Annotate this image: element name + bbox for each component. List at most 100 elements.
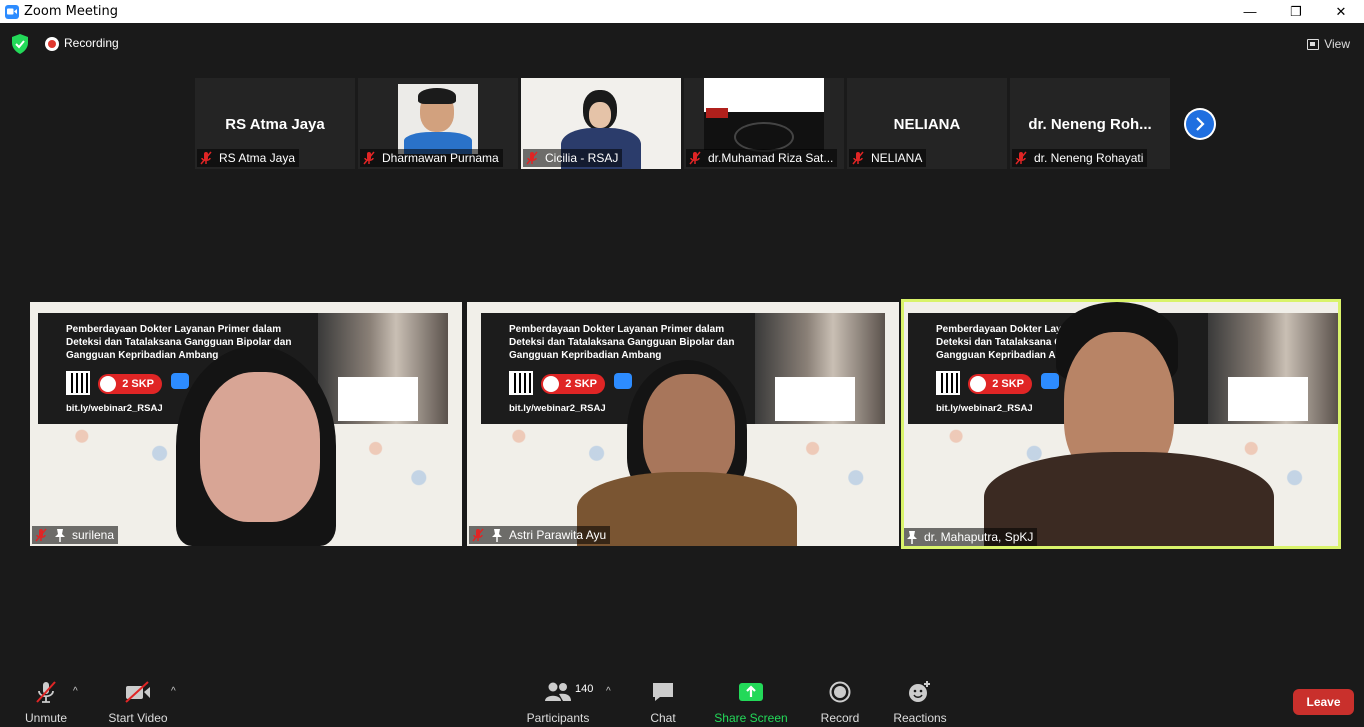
participant-display-name: NELIANA	[893, 116, 961, 133]
participant-video	[398, 84, 478, 154]
zoom-logo-icon	[1041, 373, 1059, 389]
view-grid-icon	[1307, 38, 1320, 50]
zoom-logo-icon	[614, 373, 632, 389]
mic-muted-icon	[200, 151, 212, 165]
video-tile[interactable]: Pemberdayaan Dokter Layanan Primer dalam…	[30, 302, 462, 546]
zoom-window: Zoom Meeting — ❐ ✕ Recording View RS Atm…	[0, 0, 1364, 727]
window-title: Zoom Meeting	[24, 4, 119, 19]
minimize-icon: —	[1243, 4, 1257, 19]
next-page-button[interactable]	[1184, 108, 1216, 140]
share-screen-icon	[738, 680, 764, 704]
participant-name-tag: RS Atma Jaya	[197, 149, 300, 167]
mic-muted-icon	[852, 151, 864, 165]
unmute-label: Unmute	[24, 711, 68, 725]
skp-badge: 2 SKP	[541, 374, 605, 394]
security-shield-icon[interactable]	[11, 34, 29, 54]
mic-muted-icon	[35, 528, 47, 542]
chat-label: Chat	[650, 711, 676, 725]
active-speaker-tile[interactable]: Pemberdayaan Dokter Layanan Primer dalam…	[901, 299, 1341, 549]
record-icon	[829, 680, 851, 704]
zoom-logo-icon	[171, 373, 189, 389]
participant-label: Cicilia - RSAJ	[545, 151, 619, 165]
participant-label: NELIANA	[871, 151, 923, 165]
close-icon: ✕	[1335, 3, 1347, 19]
participant-name-tag: Cicilia - RSAJ	[523, 149, 623, 167]
microphone-muted-icon	[34, 680, 58, 704]
participant-name-tag: dr. Neneng Rohayati	[1012, 149, 1148, 167]
participant-thumbnail[interactable]: dr. Neneng Roh... dr. Neneng Rohayati	[1010, 78, 1170, 169]
meeting-info-bar: Recording View	[0, 23, 1364, 65]
pin-icon	[55, 529, 65, 542]
smiley-plus-icon	[908, 680, 932, 704]
meeting-toolbar: Unmute ^ Start Video ^ Participants 140 …	[0, 672, 1364, 727]
participant-name-tag: NELIANA	[849, 149, 927, 167]
chevron-right-icon	[1186, 110, 1214, 138]
pin-icon	[907, 531, 917, 544]
participant-thumbnail[interactable]: Cicilia - RSAJ	[521, 78, 681, 169]
participants-label: Participants	[526, 711, 590, 725]
record-label: Record	[820, 711, 860, 725]
title-bar: Zoom Meeting — ❐ ✕	[0, 0, 1364, 23]
qr-code-icon	[936, 371, 960, 395]
video-tile[interactable]: Pemberdayaan Dokter Layanan Primer dalam…	[467, 302, 899, 546]
chat-bubble-icon	[651, 680, 675, 704]
maximize-button[interactable]: ❐	[1273, 0, 1319, 23]
participants-count: 140	[575, 683, 594, 695]
banner-smile-sign	[775, 377, 855, 421]
participant-label: dr. Neneng Rohayati	[1034, 151, 1144, 165]
start-video-button[interactable]: Start Video	[98, 680, 178, 725]
banner-link: bit.ly/webinar2_RSAJ	[66, 403, 163, 414]
participant-label: dr. Mahaputra, SpKJ	[924, 530, 1034, 544]
banner-link: bit.ly/webinar2_RSAJ	[509, 403, 606, 414]
participant-name-tag: Astri Parawita Ayu	[469, 526, 611, 544]
pin-icon	[492, 529, 502, 542]
participant-thumbnail[interactable]: dr.Muhamad Riza Sat...	[684, 78, 844, 169]
restore-icon: ❐	[1290, 3, 1302, 19]
participant-label: dr.Muhamad Riza Sat...	[708, 151, 834, 165]
record-button[interactable]: Record	[800, 680, 880, 725]
reactions-label: Reactions	[893, 711, 947, 725]
participants-options-chevron-icon[interactable]: ^	[606, 686, 611, 697]
view-label: View	[1324, 37, 1350, 51]
qr-code-icon	[66, 371, 90, 395]
video-options-chevron-icon[interactable]: ^	[171, 686, 176, 697]
participant-label: surilena	[72, 528, 115, 542]
chat-button[interactable]: Chat	[623, 680, 703, 725]
close-window-button[interactable]: ✕	[1318, 0, 1364, 23]
minimize-button[interactable]: —	[1227, 0, 1273, 23]
mic-muted-icon	[363, 151, 375, 165]
banner-title: Pemberdayaan Dokter Layanan Primer dalam…	[509, 324, 735, 361]
participant-display-name: RS Atma Jaya	[225, 116, 325, 133]
audio-options-chevron-icon[interactable]: ^	[73, 686, 78, 697]
participant-label: RS Atma Jaya	[219, 151, 296, 165]
participant-display-name: dr. Neneng Roh...	[1028, 116, 1152, 133]
participant-name-tag: Dharmawan Purnama	[360, 149, 503, 167]
reactions-button[interactable]: Reactions	[880, 680, 960, 725]
recording-icon[interactable]	[45, 37, 59, 51]
participants-icon	[544, 680, 572, 704]
skp-badge: 2 SKP	[968, 374, 1032, 394]
participant-label: Astri Parawita Ayu	[509, 528, 607, 542]
banner-smile-sign	[1228, 377, 1308, 421]
banner-smile-sign	[338, 377, 418, 421]
participant-name-tag: dr.Muhamad Riza Sat...	[686, 149, 838, 167]
participant-name-tag: surilena	[32, 526, 119, 544]
video-camera-off-icon	[124, 680, 152, 704]
participant-thumbnail[interactable]: Dharmawan Purnama	[358, 78, 518, 169]
participant-video	[704, 78, 824, 152]
mic-muted-icon	[526, 151, 538, 165]
participant-name-tag: dr. Mahaputra, SpKJ	[904, 528, 1038, 546]
start-video-label: Start Video	[108, 711, 168, 725]
share-screen-label: Share Screen	[714, 711, 788, 725]
qr-code-icon	[509, 371, 533, 395]
view-button[interactable]: View	[1307, 34, 1350, 54]
skp-badge: 2 SKP	[98, 374, 162, 394]
mic-muted-icon	[1015, 151, 1027, 165]
participant-thumbnail[interactable]: NELIANA NELIANA	[847, 78, 1007, 169]
participant-thumbnail[interactable]: RS Atma Jaya RS Atma Jaya	[195, 78, 355, 169]
recording-label[interactable]: Recording	[64, 36, 119, 50]
banner-link: bit.ly/webinar2_RSAJ	[936, 403, 1033, 414]
share-screen-button[interactable]: Share Screen	[711, 680, 791, 725]
leave-button[interactable]: Leave	[1293, 689, 1354, 715]
zoom-logo-icon	[5, 4, 19, 19]
